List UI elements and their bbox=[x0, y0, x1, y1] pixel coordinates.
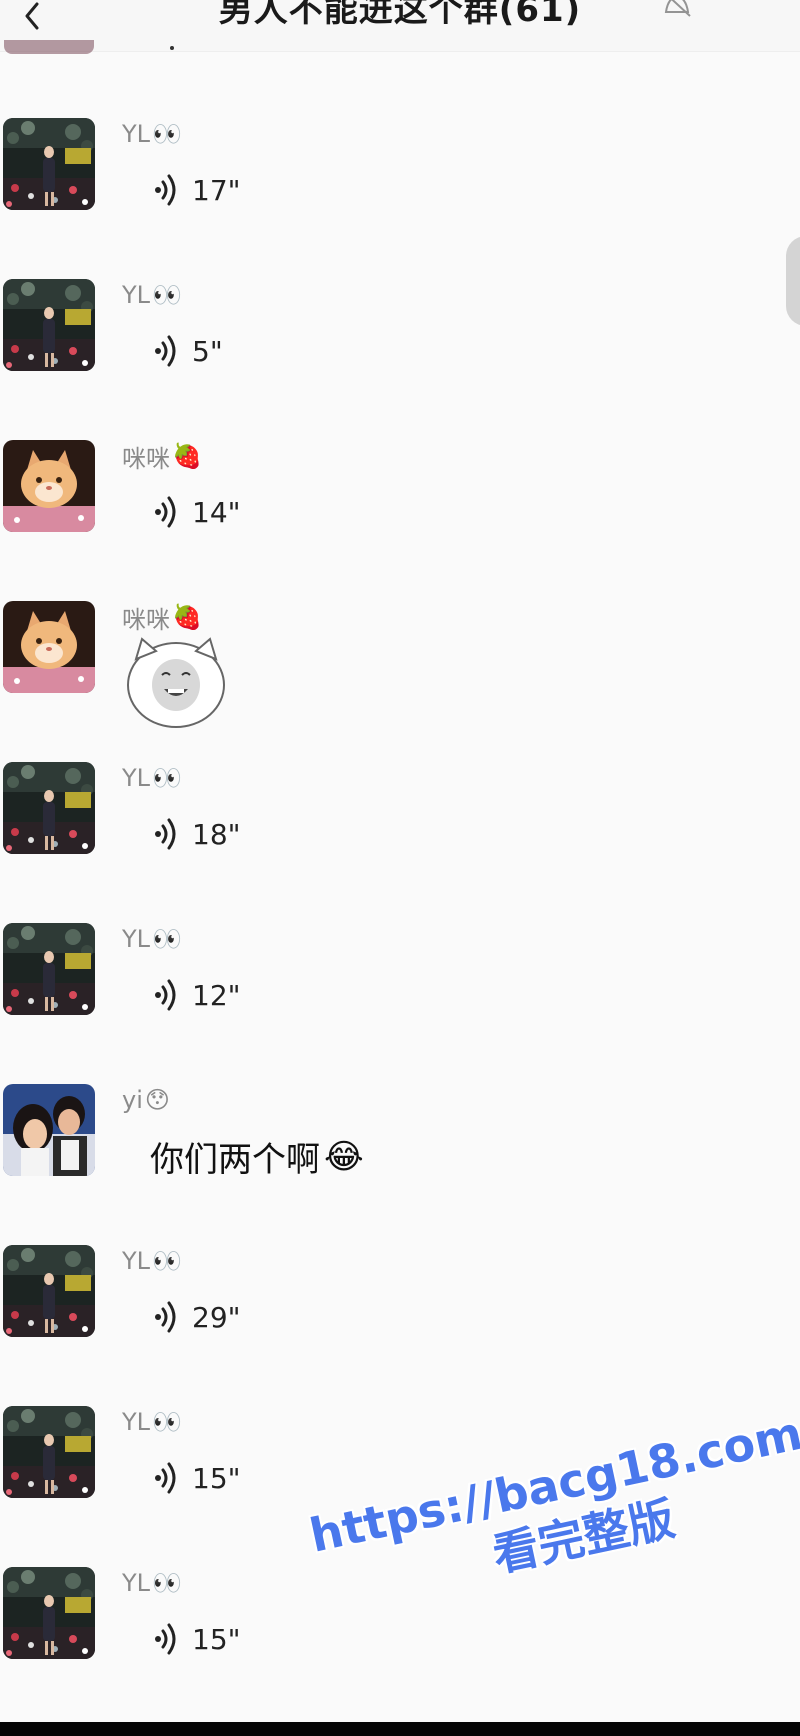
voice-duration: 15" bbox=[192, 1461, 241, 1495]
message-item: YL 👀 29" bbox=[0, 1245, 800, 1395]
voice-wave-icon bbox=[155, 174, 176, 206]
chat-header: 男人不能进这个群(61) bbox=[0, 0, 800, 52]
message-item: YL 👀 12" bbox=[0, 923, 800, 1073]
sender-name: YL 👀 bbox=[122, 923, 182, 955]
sender-name: 咪咪 🍓 bbox=[122, 440, 202, 473]
sender-name-text: YL bbox=[122, 1247, 151, 1275]
message-item: yi 😯 你们两个啊 😂 bbox=[0, 1084, 800, 1234]
avatar[interactable] bbox=[3, 1245, 95, 1337]
sender-name-text: YL bbox=[122, 1569, 151, 1597]
sender-emoji: 👀 bbox=[152, 764, 182, 792]
message-item: YL 👀 5" bbox=[0, 279, 800, 429]
voice-message[interactable]: 12" bbox=[152, 975, 241, 1015]
message-item: 咪咪 🍓 14" bbox=[0, 440, 800, 590]
sender-name-text: 咪咪 bbox=[122, 444, 170, 473]
voice-wave-icon bbox=[155, 979, 176, 1011]
voice-message[interactable]: 17" bbox=[152, 170, 241, 210]
voice-duration: 29" bbox=[192, 1300, 241, 1334]
avatar[interactable] bbox=[3, 1406, 95, 1498]
sender-name: YL 👀 bbox=[122, 118, 182, 150]
text-message[interactable]: 你们两个啊 😂 bbox=[150, 1132, 364, 1181]
sender-emoji: 🍓 bbox=[172, 442, 202, 470]
sender-name: YL 👀 bbox=[122, 1245, 182, 1277]
sender-name: YL 👀 bbox=[122, 1406, 182, 1438]
sender-name-text: YL bbox=[122, 925, 151, 953]
voice-duration: 18" bbox=[192, 817, 241, 851]
voice-message[interactable]: 14" bbox=[152, 492, 241, 532]
sender-emoji: 👀 bbox=[152, 1408, 182, 1436]
sender-emoji: 👀 bbox=[152, 925, 182, 953]
avatar[interactable] bbox=[3, 118, 95, 210]
sender-name-text: YL bbox=[122, 764, 151, 792]
voice-message[interactable]: 5" bbox=[152, 331, 223, 371]
avatar[interactable] bbox=[3, 1567, 95, 1659]
sender-emoji: 👀 bbox=[152, 1247, 182, 1275]
previous-avatar-fragment bbox=[4, 40, 94, 54]
sender-name-text: YL bbox=[122, 281, 151, 309]
avatar[interactable] bbox=[3, 601, 95, 693]
laughing-meme-sticker[interactable] bbox=[122, 629, 230, 733]
voice-message[interactable]: 15" bbox=[152, 1458, 241, 1498]
voice-wave-icon bbox=[155, 818, 176, 850]
voice-wave-icon bbox=[155, 1301, 176, 1333]
voice-duration: 5" bbox=[192, 334, 223, 368]
message-item: 咪咪 🍓 bbox=[0, 601, 800, 751]
sender-emoji: 👀 bbox=[152, 1569, 182, 1597]
sender-emoji: 👀 bbox=[152, 281, 182, 309]
message-emoji: 😂 bbox=[324, 1136, 364, 1177]
voice-wave-icon bbox=[155, 496, 176, 528]
voice-wave-icon bbox=[155, 1462, 176, 1494]
sender-emoji: 👀 bbox=[152, 120, 182, 148]
sender-emoji: 🍓 bbox=[172, 603, 202, 631]
bell-muted-icon[interactable] bbox=[660, 0, 694, 18]
message-item: YL 👀 17" bbox=[0, 118, 800, 268]
voice-duration: 14" bbox=[192, 495, 241, 529]
bottom-bar bbox=[0, 1722, 800, 1736]
avatar[interactable] bbox=[3, 440, 95, 532]
message-item: YL 👀 18" bbox=[0, 762, 800, 912]
sender-name-text: YL bbox=[122, 120, 151, 148]
voice-wave-icon bbox=[155, 1623, 176, 1655]
sender-name-text: YL bbox=[122, 1408, 151, 1436]
voice-duration: 17" bbox=[192, 173, 241, 207]
voice-message[interactable]: 18" bbox=[152, 814, 241, 854]
avatar[interactable] bbox=[3, 762, 95, 854]
sender-emoji: 😯 bbox=[144, 1086, 170, 1114]
sender-name: yi 😯 bbox=[122, 1084, 170, 1116]
voice-message[interactable]: 15" bbox=[152, 1619, 241, 1659]
voice-message[interactable]: 29" bbox=[152, 1297, 241, 1337]
message-text: 你们两个啊 bbox=[150, 1140, 320, 1180]
sender-name-text: yi bbox=[122, 1086, 143, 1114]
avatar[interactable] bbox=[3, 923, 95, 1015]
sender-name: YL 👀 bbox=[122, 279, 182, 311]
previous-message-fragment bbox=[170, 46, 174, 50]
voice-wave-icon bbox=[155, 335, 176, 367]
voice-duration: 12" bbox=[192, 978, 241, 1012]
voice-duration: 15" bbox=[192, 1622, 241, 1656]
sender-name: YL 👀 bbox=[122, 762, 182, 794]
avatar[interactable] bbox=[3, 279, 95, 371]
avatar[interactable] bbox=[3, 1084, 95, 1176]
sender-name: YL 👀 bbox=[122, 1567, 182, 1599]
